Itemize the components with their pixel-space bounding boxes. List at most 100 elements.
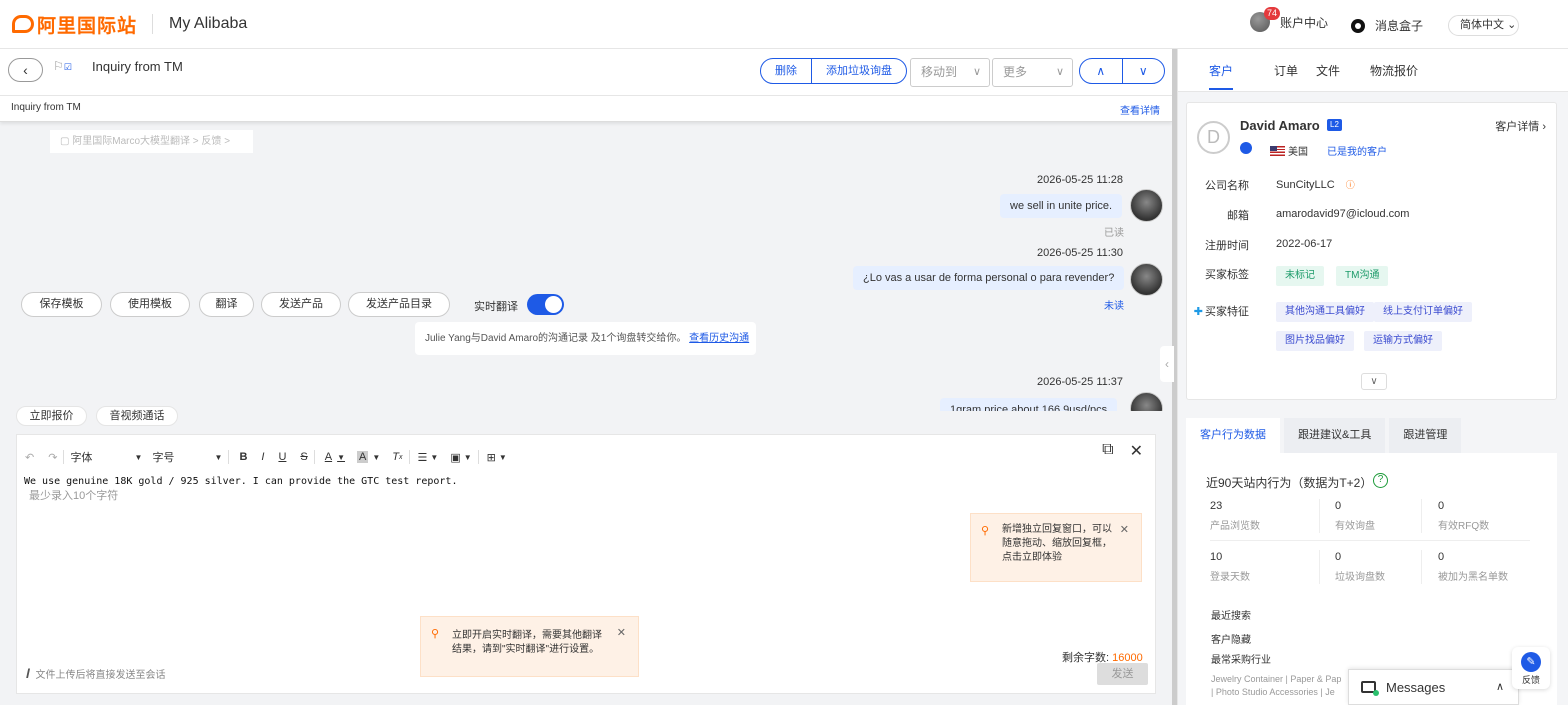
- reply-editor: ↶ ↷ 字体 ▼ 字号 ▼ B I U S A ▼ A ▼ Tx ☰ ▼ ▣ ▼ ⊞ ▼ ⧉ …: [16, 434, 1156, 694]
- info-icon[interactable]: ⓘ: [1346, 180, 1355, 190]
- buyer-feature-tag[interactable]: 其他沟通工具偏好: [1276, 302, 1374, 322]
- redo-icon[interactable]: ↷: [48, 451, 57, 464]
- feedback-button[interactable]: ✎ 反馈: [1512, 647, 1550, 689]
- send-button[interactable]: 发送: [1097, 663, 1148, 685]
- customer-details-link[interactable]: 客户详情 ›: [1495, 118, 1546, 134]
- more-select[interactable]: 更多 ∨: [992, 58, 1073, 87]
- tab-behavior-data[interactable]: 客户行为数据: [1186, 418, 1280, 453]
- toolbar-divider: [228, 450, 230, 464]
- stat-value: 0: [1438, 500, 1445, 512]
- chevron-down-icon: ∨: [972, 66, 981, 78]
- chevron-left-icon: ‹: [23, 62, 28, 78]
- next-inquiry-button[interactable]: ∨: [1121, 59, 1165, 83]
- view-history-link[interactable]: 查看历史沟通: [689, 333, 749, 344]
- realtime-translate-toggle[interactable]: [527, 294, 564, 315]
- quick-quote-button[interactable]: 立即报价: [16, 406, 87, 426]
- previous-inquiry-button[interactable]: ∧: [1080, 59, 1122, 83]
- send-catalog-button[interactable]: 发送产品目录: [348, 292, 450, 317]
- buyer-feature-tag[interactable]: 运输方式偏好: [1364, 331, 1442, 351]
- stat-value: 0: [1335, 551, 1342, 563]
- location-pin-icon: ⚲: [981, 525, 990, 537]
- use-template-button[interactable]: 使用模板: [110, 292, 190, 317]
- messages-widget[interactable]: Messages ∧: [1348, 669, 1519, 705]
- add-spam-button[interactable]: 添加垃圾询盘: [811, 59, 906, 83]
- online-status-dot: [1373, 690, 1379, 696]
- toolbar-divider: [477, 450, 479, 464]
- buyer-tag[interactable]: TM沟通: [1336, 266, 1389, 286]
- font-color-icon[interactable]: A ▼: [325, 451, 345, 463]
- close-tip-icon[interactable]: ✕: [617, 626, 626, 640]
- company-label: 公司名称: [1205, 180, 1249, 192]
- move-to-select[interactable]: 移动到 ∨: [910, 58, 990, 87]
- alibaba-logo[interactable]: 阿里国际站: [12, 12, 137, 37]
- tab-orders[interactable]: 订单: [1274, 62, 1298, 79]
- country-label: 美国: [1288, 147, 1308, 158]
- help-icon[interactable]: ?: [1373, 473, 1388, 488]
- close-icon[interactable]: ✕: [1130, 441, 1143, 461]
- tab-customer[interactable]: 客户: [1209, 62, 1234, 90]
- underline-icon[interactable]: U: [278, 451, 286, 463]
- chevron-up-icon[interactable]: ∧: [1496, 680, 1504, 693]
- tab-files[interactable]: 文件: [1316, 62, 1340, 79]
- delete-button[interactable]: 删除: [761, 59, 811, 83]
- flag-icon[interactable]: ⚐☑: [53, 59, 72, 73]
- font-size-select[interactable]: 字号 ▼: [152, 449, 222, 465]
- translation-hint[interactable]: ▢ 阿里国际Marco大模型翻译 > 反馈 >: [50, 130, 253, 153]
- tip-text: 新增独立回复窗口，可以随意拖动、缩放回复框，点击立即体验: [1002, 524, 1112, 563]
- list-icon[interactable]: ☰ ▼: [418, 451, 439, 464]
- font-family-select[interactable]: 字体 ▼: [70, 449, 142, 465]
- translate-button[interactable]: 翻译: [199, 292, 254, 317]
- chevron-down-icon: ⌄: [1507, 19, 1517, 31]
- video-call-button[interactable]: 音视频通话: [96, 406, 178, 426]
- pop-out-icon[interactable]: ⧉: [1102, 441, 1113, 461]
- tab-followup-suggestions[interactable]: 跟进建议&工具: [1284, 418, 1386, 453]
- tab-followup-management[interactable]: 跟进管理: [1389, 418, 1462, 453]
- language-selector[interactable]: 简体中文 ⌄: [1448, 15, 1519, 36]
- buyer-tag[interactable]: 未标记: [1276, 266, 1324, 286]
- caret-down-icon: ▼: [134, 452, 143, 462]
- expand-button[interactable]: ∨: [1361, 373, 1387, 390]
- tip-text: 立即开启实时翻译，需要其他翻译结果，请到"实时翻译"进行设置。: [452, 630, 602, 655]
- buyer-feature-tag[interactable]: 图片找品偏好: [1276, 331, 1354, 351]
- clear-format-icon[interactable]: Tx: [392, 451, 402, 463]
- message-box[interactable]: 消息盒子: [1351, 17, 1423, 34]
- font-size-label: 字号: [152, 452, 175, 464]
- sender-avatar: [1130, 263, 1163, 296]
- image-icon: ▢: [60, 136, 73, 147]
- highlight-color-icon[interactable]: A: [357, 451, 369, 463]
- image-insert-icon[interactable]: ▣ ▼: [450, 451, 471, 464]
- chevron-left-icon: ‹: [1165, 357, 1169, 371]
- message-box-icon: [1351, 18, 1365, 33]
- view-details-link[interactable]: 查看详情: [1120, 102, 1160, 117]
- my-alibaba-title[interactable]: My Alibaba: [169, 15, 247, 33]
- table-icon[interactable]: ⊞ ▼: [487, 451, 507, 464]
- stat-label: 垃圾询盘数: [1335, 572, 1385, 583]
- reply-text[interactable]: We use genuine 18K gold / 925 silver. I …: [24, 476, 457, 487]
- upload-row[interactable]: 𝒍 文件上传后将直接发送至会话: [26, 666, 166, 682]
- undo-icon[interactable]: ↶: [25, 451, 34, 464]
- message-time: 2026-05-25 11:37: [1037, 376, 1124, 388]
- stat-divider: [1319, 550, 1320, 584]
- buyer-features-text: 买家特征: [1205, 306, 1249, 318]
- stat-label: 被加为黑名单数: [1438, 572, 1508, 583]
- buyer-feature-tag[interactable]: 线上支付订单偏好: [1374, 302, 1472, 322]
- send-product-button[interactable]: 发送产品: [261, 292, 341, 317]
- bold-icon[interactable]: B: [239, 451, 247, 463]
- us-flag-icon: [1270, 145, 1285, 156]
- strikethrough-icon[interactable]: S: [300, 451, 307, 463]
- collapse-panel-button[interactable]: ‹: [1160, 346, 1174, 382]
- back-button[interactable]: ‹: [8, 58, 43, 82]
- font-family-label: 字体: [70, 452, 93, 464]
- italic-icon[interactable]: I: [261, 451, 264, 463]
- save-template-button[interactable]: 保存模板: [21, 292, 102, 317]
- inquiry-main: ‹ ⚐☑ Inquiry from TM 删除 添加垃圾询盘 移动到 ∨ 更多 …: [0, 49, 1172, 705]
- inquiry-subbar: Inquiry from TM 查看详情: [0, 96, 1172, 122]
- account-center[interactable]: 74 账户中心: [1250, 7, 1328, 32]
- feedback-label: 反馈: [1521, 675, 1540, 685]
- tab-logistics-quote[interactable]: 物流报价: [1370, 62, 1418, 79]
- action-button-group: 删除 添加垃圾询盘: [760, 58, 907, 84]
- location-pin-icon: ⚲: [431, 628, 440, 640]
- notification-badge: 74: [1264, 7, 1281, 20]
- customer-level-badge: L2: [1327, 119, 1342, 131]
- close-tip-icon[interactable]: ✕: [1120, 523, 1129, 537]
